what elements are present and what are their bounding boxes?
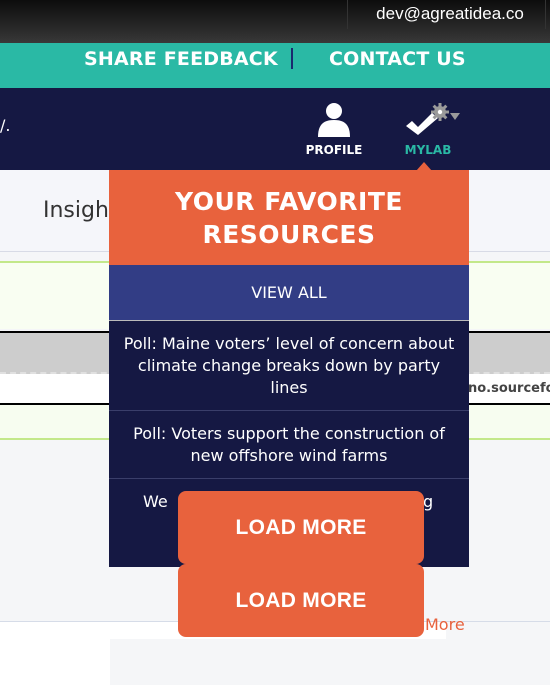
divider: [545, 0, 546, 29]
divider: [347, 0, 348, 29]
contact-us-link[interactable]: CONTACT US: [329, 48, 466, 70]
main-header: /. PROFILE MYLAB: [0, 88, 550, 170]
mylab-label: MYLAB: [404, 143, 452, 157]
nav-divider: [291, 48, 293, 69]
bottom-card: [110, 639, 446, 685]
view-all-button[interactable]: VIEW ALL: [109, 265, 469, 321]
bottom-panel: [0, 622, 110, 685]
checkmark-gear-icon: [406, 103, 449, 135]
utility-nav: SHARE FEEDBACK CONTACT US: [0, 43, 550, 88]
caret-down-icon[interactable]: [450, 113, 460, 121]
favorite-item-title-end: g: [423, 492, 434, 511]
more-link[interactable]: More: [425, 615, 465, 634]
top-account-bar: dev@agreatidea.co: [0, 0, 550, 43]
share-feedback-link[interactable]: SHARE FEEDBACK: [84, 48, 278, 70]
profile-nav-button[interactable]: PROFILE: [296, 102, 372, 157]
mylab-nav-button[interactable]: MYLAB: [392, 102, 464, 157]
favorite-item[interactable]: Poll: Voters support the construction of…: [109, 411, 469, 479]
source-url-text: no.sourcefo: [468, 381, 550, 396]
favorite-item[interactable]: Poll: Maine voters’ level of concern abo…: [109, 321, 469, 411]
load-more-button[interactable]: LOAD MORE: [178, 491, 424, 564]
favorite-item-title-start: We: [143, 492, 168, 511]
load-more-button[interactable]: LOAD MORE: [178, 564, 424, 637]
profile-label: PROFILE: [305, 143, 363, 157]
favorites-title: YOUR FAVORITE RESOURCES: [109, 170, 469, 265]
page: dev@agreatidea.co SHARE FEEDBACK CONTACT…: [0, 0, 550, 685]
insights-tab[interactable]: Insigh: [43, 198, 109, 223]
person-icon: [318, 103, 350, 137]
truncated-header-text: /.: [0, 116, 11, 135]
user-email-link[interactable]: dev@agreatidea.co: [357, 4, 543, 24]
